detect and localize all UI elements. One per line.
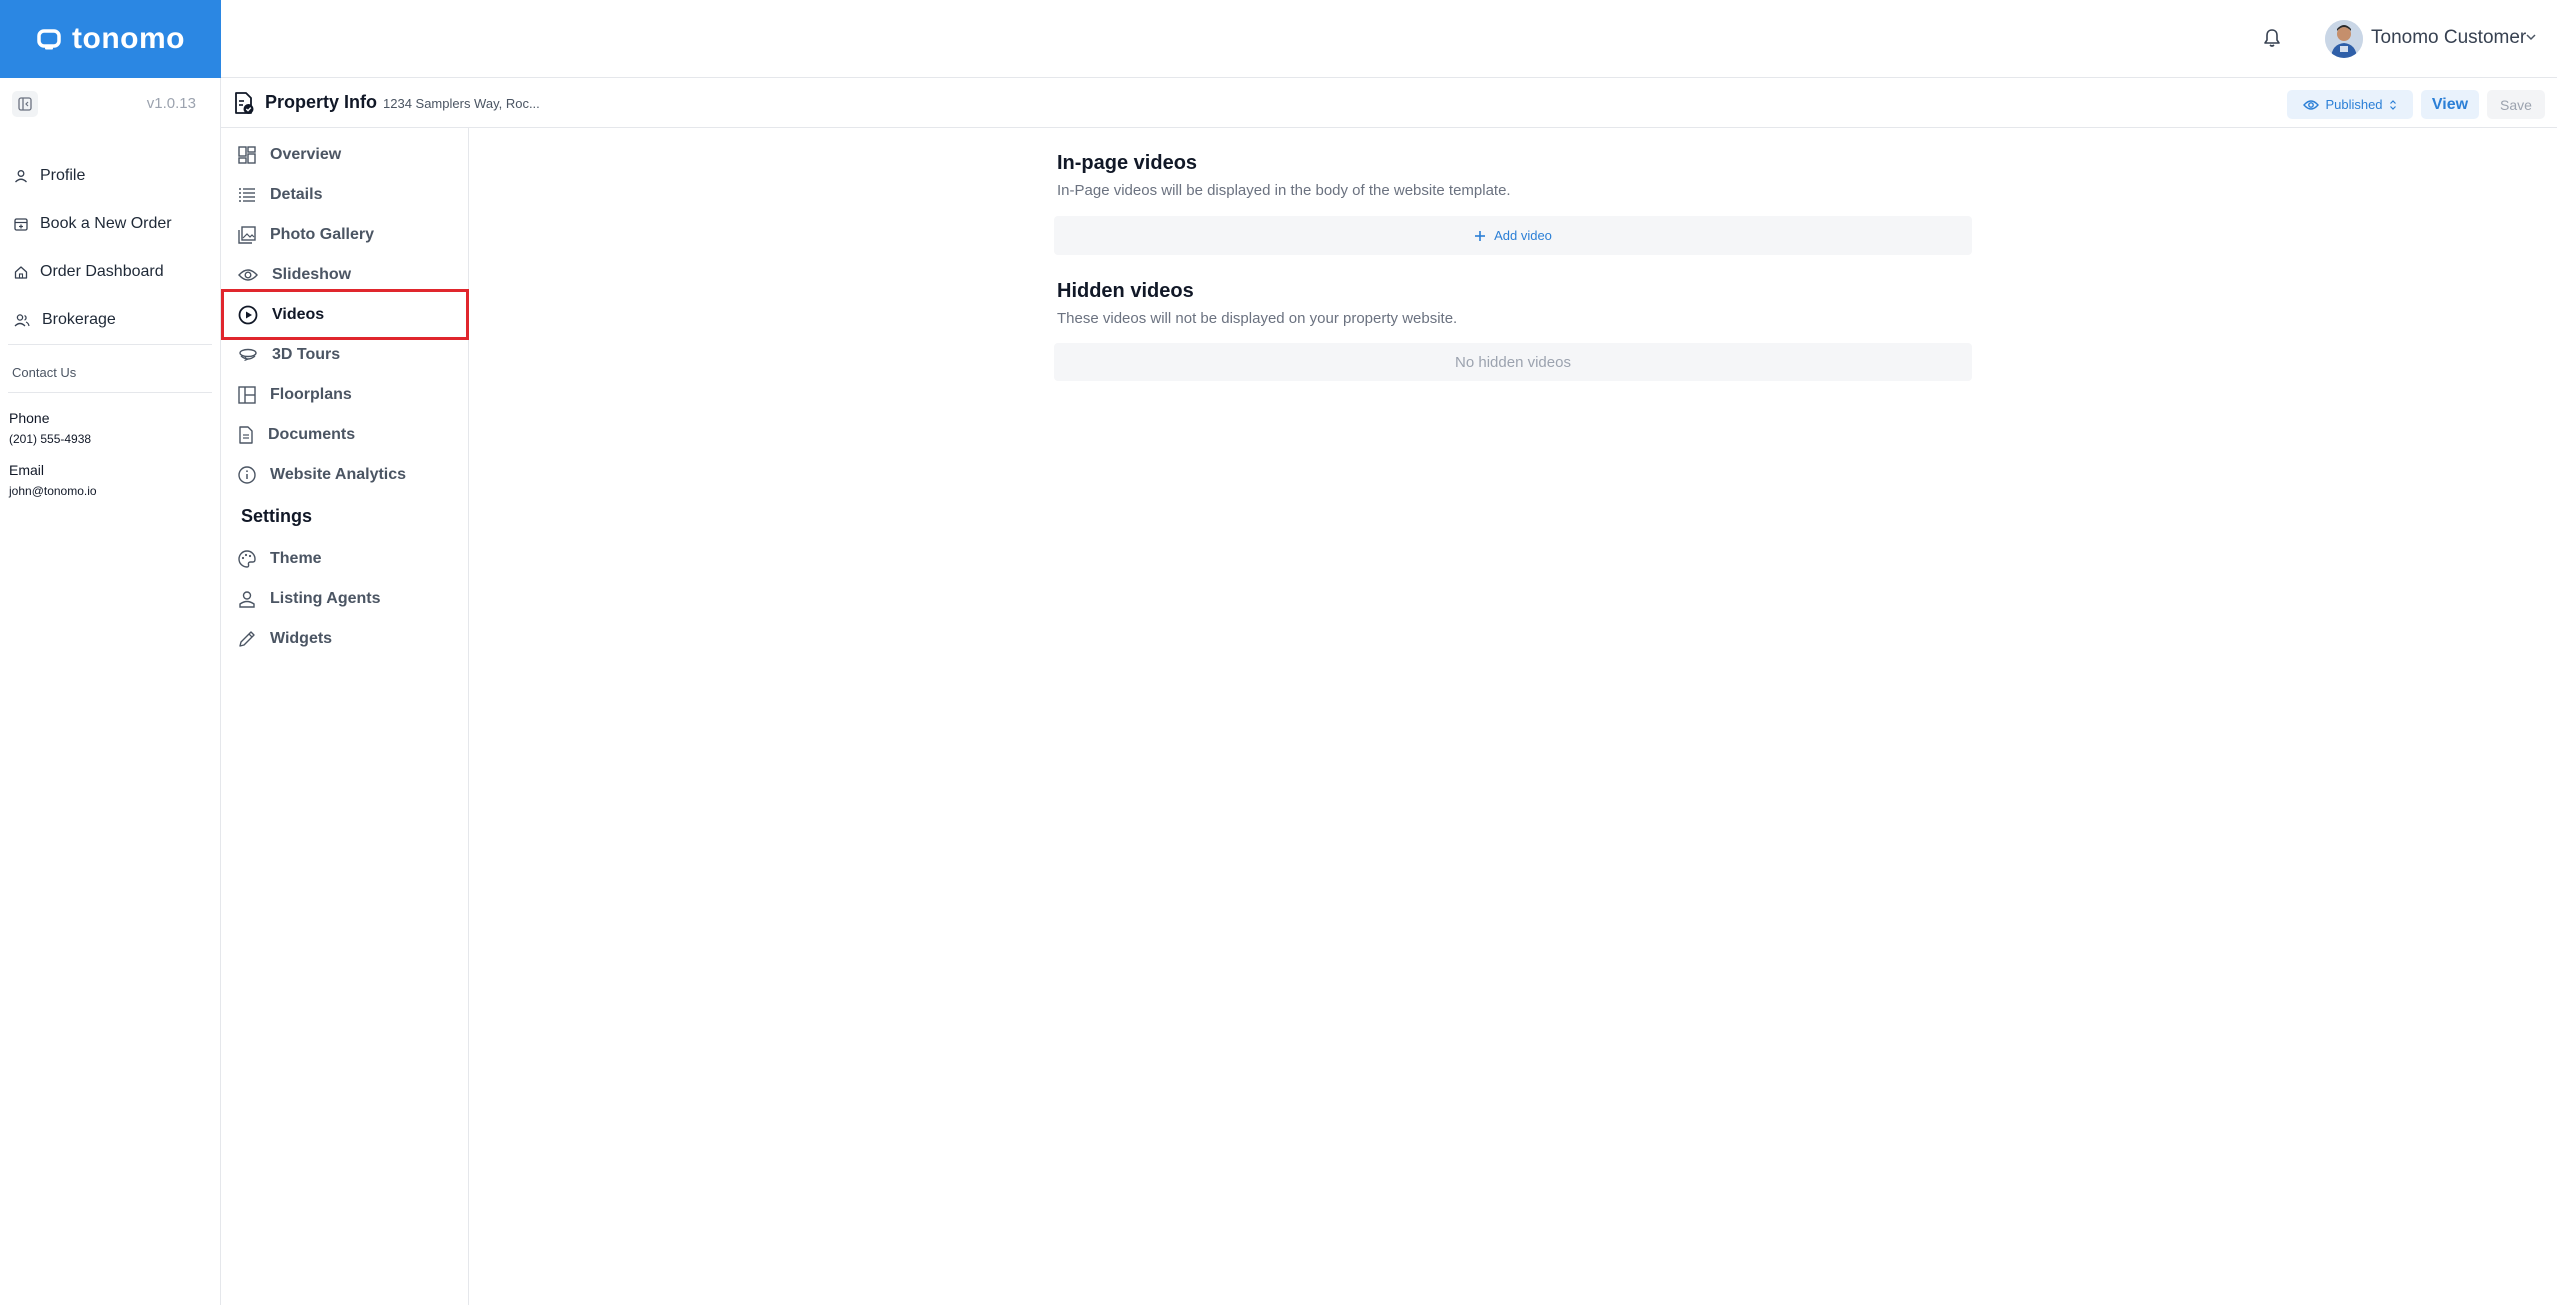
subnav-label: Overview <box>270 146 342 163</box>
floorplan-icon <box>238 386 256 404</box>
phone-label: Phone <box>9 410 50 426</box>
property-document-icon <box>235 92 254 114</box>
tab-3d-tours[interactable]: 3D Tours <box>221 335 469 375</box>
calendar-plus-icon <box>14 218 28 231</box>
tab-website-analytics[interactable]: Website Analytics <box>221 455 469 495</box>
sidebar-item-label: Brokerage <box>42 311 116 328</box>
sidebar-item-label: Profile <box>40 167 86 184</box>
subnav-label: Slideshow <box>272 266 352 283</box>
sidebar-item-label: Order Dashboard <box>40 263 164 280</box>
user-icon <box>15 170 27 183</box>
tab-theme[interactable]: Theme <box>221 539 469 579</box>
chevron-up-down-icon <box>2389 99 2396 110</box>
subnav-label: Documents <box>268 426 356 443</box>
hidden-videos-description: These videos will not be displayed on yo… <box>1057 310 1458 327</box>
sidebar-collapse-icon[interactable] <box>12 91 38 117</box>
sidebar-item-book-order[interactable]: Book a New Order <box>0 200 221 248</box>
tonomo-logo-icon <box>37 29 61 50</box>
inpage-videos-title: In-page videos <box>1057 152 1198 174</box>
tab-widgets[interactable]: Widgets <box>221 619 469 659</box>
email-label: Email <box>9 462 45 478</box>
chevron-down-icon[interactable] <box>2524 30 2538 44</box>
home-icon <box>14 266 28 279</box>
inpage-videos-description: In-Page videos will be displayed in the … <box>1057 182 1511 199</box>
tab-overview[interactable]: Overview <box>221 135 469 175</box>
tab-videos[interactable]: Videos <box>221 289 469 340</box>
list-icon <box>239 188 255 202</box>
subnav-label: Videos <box>272 305 325 323</box>
users-icon <box>14 314 30 327</box>
tab-floorplans[interactable]: Floorplans <box>221 375 469 415</box>
tab-photo-gallery[interactable]: Photo Gallery <box>221 215 469 255</box>
contact-title: Contact Us <box>12 365 77 380</box>
sidebar-item-order-dashboard[interactable]: Order Dashboard <box>0 248 221 296</box>
bell-icon[interactable] <box>2259 24 2285 52</box>
phone-value[interactable]: (201) 555-4938 <box>9 432 91 446</box>
sidebar-divider <box>8 392 212 393</box>
add-video-label: Add video <box>1494 228 1552 243</box>
grid-icon <box>238 146 256 164</box>
gallery-icon <box>238 226 256 244</box>
subnav-label: Website Analytics <box>270 466 407 483</box>
subnav-label: Listing Agents <box>270 590 381 607</box>
document-icon <box>239 426 253 444</box>
subnav-label: Theme <box>270 550 322 567</box>
add-video-button[interactable]: Add video <box>1054 216 1972 255</box>
subnav-label: Photo Gallery <box>270 226 375 243</box>
palette-icon <box>238 550 256 568</box>
sidebar-nav: Profile Book a New Order Order Dashboard… <box>0 152 221 344</box>
brand-name: tonomo <box>72 22 185 55</box>
subnav-label: Widgets <box>270 630 333 647</box>
play-circle-icon <box>238 305 258 324</box>
property-address: 1234 Samplers Way, Roc... <box>383 96 540 111</box>
tab-listing-agents[interactable]: Listing Agents <box>221 579 469 619</box>
subnav-label: Details <box>270 186 323 203</box>
eye-icon <box>238 269 258 281</box>
empty-state-label: No hidden videos <box>1455 353 1571 371</box>
page-title: Property Info <box>265 92 378 112</box>
avatar[interactable] <box>2325 20 2363 58</box>
email-value[interactable]: john@tonomo.io <box>9 484 97 498</box>
status-label: Published <box>2325 97 2383 112</box>
save-button[interactable]: Save <box>2487 90 2545 119</box>
brand-logo[interactable]: tonomo <box>0 0 221 78</box>
sidebar-divider <box>8 344 212 345</box>
plus-icon <box>1475 230 1486 241</box>
subnav-label: 3D Tours <box>272 346 341 363</box>
settings-heading: Settings <box>241 506 313 526</box>
main-sidebar: v1.0.13 Profile Book a New Order Order D… <box>0 78 221 1305</box>
user-name[interactable]: Tonomo Customer <box>2371 27 2526 49</box>
tab-details[interactable]: Details <box>221 175 469 215</box>
360-icon <box>239 348 257 362</box>
property-subnav: Overview Details Photo Gallery Slideshow… <box>221 128 469 1305</box>
sidebar-item-brokerage[interactable]: Brokerage <box>0 296 221 344</box>
pencil-icon <box>239 631 255 647</box>
info-icon <box>238 466 256 484</box>
status-dropdown[interactable]: Published <box>2287 90 2413 119</box>
app-version: v1.0.13 <box>146 95 196 112</box>
subnav-label: Floorplans <box>270 386 352 403</box>
view-button[interactable]: View <box>2421 90 2479 119</box>
empty-state: No hidden videos <box>1054 343 1972 381</box>
sidebar-item-label: Book a New Order <box>40 215 172 232</box>
page-header: Property Info 1234 Samplers Way, Roc... … <box>221 78 2557 128</box>
eye-icon <box>2303 99 2320 110</box>
user-icon <box>239 591 255 608</box>
hidden-videos-title: Hidden videos <box>1057 280 1194 302</box>
top-bar: tonomo Tonomo Customer <box>0 0 2557 78</box>
tab-documents[interactable]: Documents <box>221 415 469 455</box>
sidebar-item-profile[interactable]: Profile <box>0 152 221 200</box>
